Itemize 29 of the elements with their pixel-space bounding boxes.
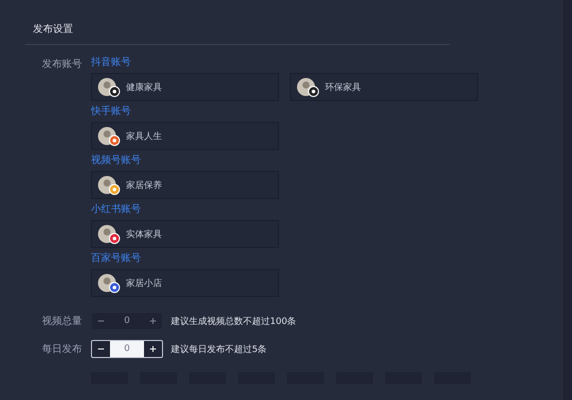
account-name: 环保家具 [325, 82, 361, 94]
section-title: 发布设置 [32, 22, 74, 37]
hint-text: 建议生成视频总数不超过100条 [171, 316, 296, 328]
platform-title: 视频号账号 [91, 154, 142, 167]
account-card[interactable]: 实体家具 [91, 220, 279, 248]
field-label: 视频总量 [41, 314, 83, 328]
account-card[interactable]: 健康家具 [91, 73, 279, 101]
field-label: 发布账号 [41, 58, 83, 72]
account-card[interactable]: 家居小店 [91, 269, 279, 297]
number-stepper[interactable]: 0 [91, 340, 163, 358]
account-name: 家居保养 [126, 180, 162, 192]
account-name: 健康家具 [126, 82, 162, 94]
hint-text: 建议每日发布不超过5条 [171, 344, 267, 356]
number-input[interactable]: 0 [110, 313, 144, 329]
account-card[interactable]: 环保家具 [290, 73, 478, 101]
account-name: 家具人生 [126, 130, 162, 142]
field-label: 每日发布 [41, 343, 83, 356]
platform-title: 抖音账号 [91, 56, 132, 69]
number-stepper[interactable]: 0 [91, 312, 163, 330]
account-name: 家居小店 [126, 278, 162, 290]
account-name: 实体家具 [126, 228, 162, 240]
platform-title: 快手账号 [91, 104, 132, 118]
number-input[interactable]: 0 [110, 341, 144, 357]
account-card[interactable]: 家居保养 [91, 171, 279, 199]
plus-icon [149, 345, 157, 353]
platform-title: 百家号账号 [91, 252, 142, 265]
platform-title: 小红书账号 [91, 202, 142, 216]
plus-icon [149, 317, 157, 325]
account-card[interactable]: 家具人生 [91, 122, 279, 150]
